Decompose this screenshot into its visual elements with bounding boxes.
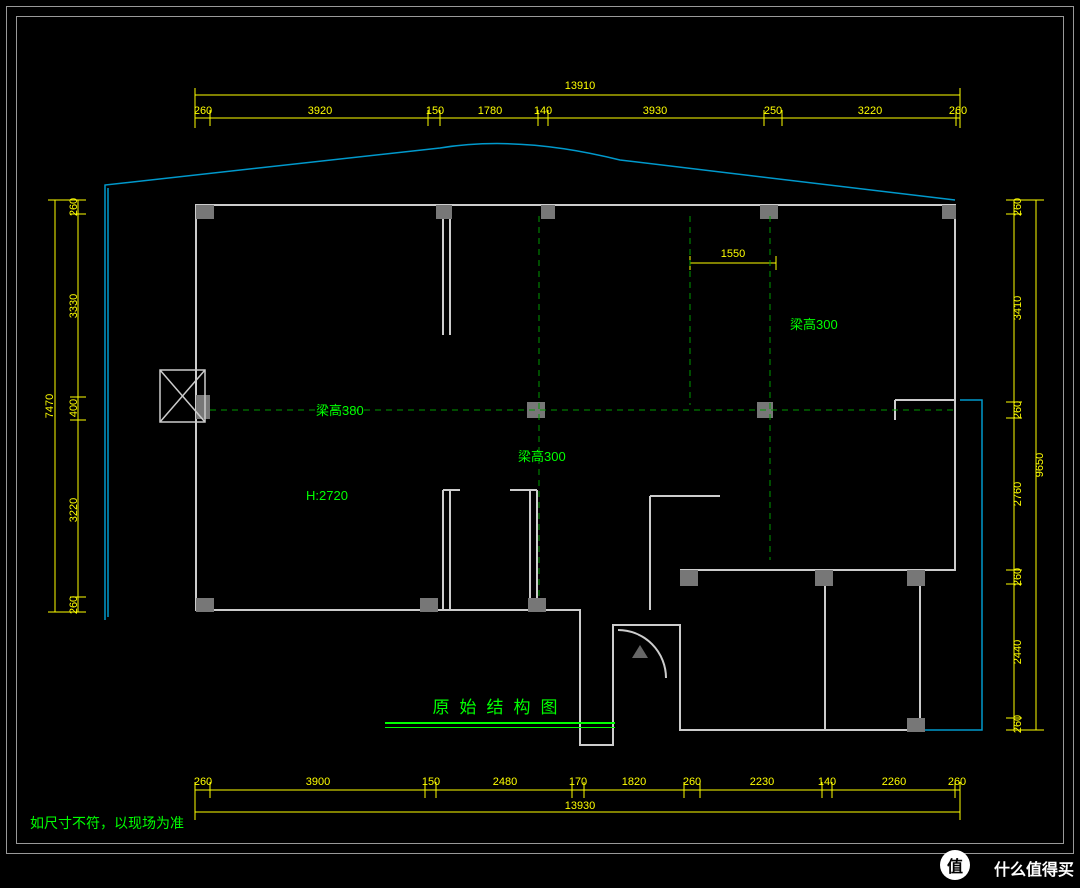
dim-left-2: 3330: [68, 294, 80, 318]
dim-right-total: 9650: [1034, 453, 1046, 477]
dim-right-7: 260: [1012, 715, 1024, 733]
dim-top-9: 260: [949, 105, 967, 117]
watermark-badge-icon: 值: [940, 850, 970, 880]
dim-bot-6: 1820: [622, 776, 646, 788]
dim-right-5: 260: [1012, 568, 1024, 586]
dim-bot-1: 260: [194, 776, 212, 788]
dim-left-4: 3220: [68, 498, 80, 522]
anno-beam-300-b: 梁高300: [790, 314, 838, 333]
dim-left-5: 260: [68, 596, 80, 614]
dim-top-4: 1780: [478, 105, 502, 117]
site-note: 如尺寸不符，以现场为准: [30, 813, 184, 833]
dim-bot-7: 260: [683, 776, 701, 788]
dim-left-3: 400: [68, 399, 80, 417]
dim-bot-5: 170: [569, 776, 587, 788]
watermark-text: 什么值得买: [994, 856, 1074, 880]
dim-bot-4: 2480: [493, 776, 517, 788]
dim-inner-1550: 1550: [721, 248, 745, 260]
dim-top-3: 150: [426, 105, 444, 117]
dim-top-2: 3920: [308, 105, 332, 117]
dim-bot-9: 140: [818, 776, 836, 788]
dim-right-1: 260: [1012, 198, 1024, 216]
dim-right-2: 3410: [1012, 296, 1024, 320]
dim-top-8: 3220: [858, 105, 882, 117]
dim-top-5: 140: [534, 105, 552, 117]
drawing-title: 原始结构图: [385, 693, 615, 722]
floorplan-svg: [0, 0, 1080, 888]
dim-right-4: 2760: [1012, 482, 1024, 506]
anno-height: H:2720: [306, 488, 348, 503]
dim-top-6: 3930: [643, 105, 667, 117]
anno-beam-300-a: 梁高300: [518, 446, 566, 465]
anno-beam-380: 梁高380: [316, 400, 364, 419]
dim-right-6: 2440: [1012, 640, 1024, 664]
title-underline-thin: [385, 727, 615, 728]
dim-right-3: 260: [1012, 401, 1024, 419]
title-underline-thick: [385, 722, 615, 724]
dim-top-7: 250: [764, 105, 782, 117]
dim-left-1: 260: [68, 198, 80, 216]
dim-top-total: 13910: [565, 80, 596, 92]
dim-bot-11: 260: [948, 776, 966, 788]
dim-bot-8: 2230: [750, 776, 774, 788]
drawing-title-block: 原始结构图: [385, 693, 615, 728]
dim-left-total: 7470: [44, 394, 56, 418]
dim-bot-10: 2260: [882, 776, 906, 788]
dim-bot-2: 3900: [306, 776, 330, 788]
dim-bot-total: 13930: [565, 800, 596, 812]
dim-top-1: 260: [194, 105, 212, 117]
dim-bot-3: 150: [422, 776, 440, 788]
